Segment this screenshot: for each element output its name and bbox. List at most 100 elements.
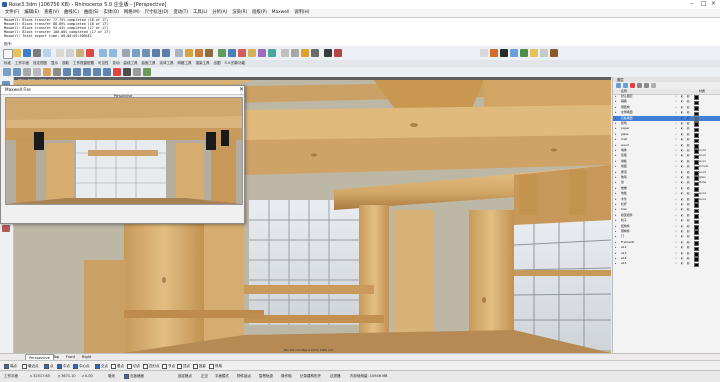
layer-color-swatch[interactable]	[694, 262, 699, 268]
filter-icon[interactable]	[651, 83, 656, 88]
maxwell-camera-icon[interactable]	[530, 49, 538, 57]
tab-select[interactable]: 选取	[62, 61, 69, 65]
mirror-icon[interactable]	[93, 68, 101, 76]
tab-solid-tools[interactable]: 实体工具	[160, 61, 174, 65]
curve-icon[interactable]	[238, 49, 246, 57]
menu-render[interactable]: 渲染(R)	[232, 10, 247, 15]
hide-icon[interactable]	[23, 68, 31, 76]
select-icon[interactable]	[3, 68, 11, 76]
maxwell-settings-icon[interactable]	[540, 49, 548, 57]
save-icon[interactable]	[23, 49, 31, 57]
rotate-view-icon[interactable]	[132, 49, 140, 57]
tab-standard[interactable]: 标准	[4, 61, 11, 65]
status-filter[interactable]: 过滤器	[330, 371, 341, 382]
status-smarttrack[interactable]: 智慧轨迹	[259, 371, 273, 382]
maxwell-material-icon[interactable]	[510, 49, 518, 57]
tab-visibility[interactable]: 可见性	[98, 61, 109, 65]
menu-analyze[interactable]: 分析(A)	[212, 10, 227, 15]
checkmark-icon[interactable]: ✓	[675, 261, 677, 266]
tab-curve-tools[interactable]: 曲线工具	[124, 61, 138, 65]
render-icon[interactable]	[311, 49, 319, 57]
select-all-icon[interactable]	[13, 68, 21, 76]
mesh-icon[interactable]	[268, 49, 276, 57]
cut-icon[interactable]	[56, 49, 64, 57]
wireframe-icon[interactable]	[185, 49, 193, 57]
pan-icon[interactable]	[122, 49, 130, 57]
paste-icon[interactable]	[76, 49, 84, 57]
maximize-icon[interactable]: □	[701, 1, 707, 7]
expand-icon[interactable]: ▸	[615, 261, 616, 266]
print-icon[interactable]	[33, 49, 41, 57]
split-icon[interactable]	[143, 68, 151, 76]
tab-render-tools[interactable]: 渲染工具	[196, 61, 210, 65]
tab-display[interactable]: 显示	[51, 61, 58, 65]
tab-new-in-v5[interactable]: 5.0 的新功能	[225, 61, 246, 65]
menu-edit[interactable]: 编辑(E)	[24, 10, 39, 15]
join-icon[interactable]	[123, 68, 131, 76]
open-folder-icon[interactable]	[13, 49, 21, 57]
maxwell-render-view[interactable]	[5, 97, 243, 205]
tab-viewport-layout[interactable]: 工作视窗配置	[73, 61, 94, 65]
group-icon[interactable]	[53, 68, 61, 76]
redo-icon[interactable]	[109, 49, 117, 57]
maxwell-environment-icon[interactable]	[520, 49, 528, 57]
menu-curve[interactable]: 曲线(C)	[64, 10, 79, 15]
lightbulb-icon[interactable]: ◐	[681, 261, 683, 266]
undo-icon[interactable]	[99, 49, 107, 57]
help-icon[interactable]	[334, 49, 342, 57]
menu-transform[interactable]: 变动(T)	[173, 10, 188, 15]
status-gumball[interactable]: 操作轴	[281, 371, 292, 382]
minimize-icon[interactable]: –	[690, 1, 693, 7]
rendered-icon[interactable]	[205, 49, 213, 57]
scale-icon[interactable]	[83, 68, 91, 76]
menu-dimension[interactable]: 尺寸标注(D)	[145, 10, 169, 15]
zoom-extents-icon[interactable]	[162, 49, 170, 57]
new-file-icon[interactable]	[3, 49, 13, 59]
status-osnap[interactable]: 物件锁点	[237, 371, 251, 382]
maxwell-studio-icon[interactable]	[480, 49, 488, 57]
menu-panels[interactable]: 面板(P)	[252, 10, 267, 15]
trim-icon[interactable]	[133, 68, 141, 76]
status-grid-snap[interactable]: 锁定格点	[178, 371, 192, 382]
rotate-icon[interactable]	[73, 68, 81, 76]
delete-icon[interactable]	[86, 49, 94, 57]
solid-icon[interactable]	[258, 49, 266, 57]
status-ortho[interactable]: 正交	[201, 371, 208, 382]
maxwell-render-icon[interactable]	[490, 49, 498, 57]
menu-solid[interactable]: 实体(O)	[104, 10, 119, 15]
menu-surface[interactable]: 曲面(S)	[84, 10, 99, 15]
menu-maxwell[interactable]: Maxwell	[272, 10, 289, 15]
viewport-icon[interactable]	[175, 49, 183, 57]
new-sublayer-icon[interactable]	[623, 83, 628, 88]
zoom-icon[interactable]	[142, 49, 150, 57]
explode-icon[interactable]	[113, 68, 121, 76]
move-icon[interactable]	[63, 68, 71, 76]
show-icon[interactable]	[33, 68, 41, 76]
copy-icon[interactable]	[66, 49, 74, 57]
new-layer-icon[interactable]	[616, 83, 621, 88]
zoom-window-icon[interactable]	[152, 49, 160, 57]
tab-transform[interactable]: 变动	[113, 61, 120, 65]
import-icon[interactable]	[43, 49, 51, 57]
menu-mesh[interactable]: 网格(M)	[124, 10, 140, 15]
move-layer-up-icon[interactable]	[637, 83, 642, 88]
tab-mesh-tools[interactable]: 网格工具	[178, 61, 192, 65]
maxwell-grass-icon[interactable]	[550, 49, 558, 57]
lock-icon[interactable]: ◧	[687, 261, 690, 266]
properties-icon[interactable]	[291, 49, 299, 57]
close-icon[interactable]: ×	[711, 1, 716, 7]
tab-drafting[interactable]: 出图	[214, 61, 221, 65]
status-layer[interactable]: 石板墙面	[130, 371, 144, 382]
light-icon[interactable]	[301, 49, 309, 57]
menu-view[interactable]: 查看(V)	[44, 10, 59, 15]
layer-row[interactable]: ▸ a15 ✓ ◐ ◧	[613, 261, 720, 268]
menu-tools[interactable]: 工具(L)	[193, 10, 207, 15]
options-icon[interactable]	[324, 49, 332, 57]
maxwell-fire-window[interactable]: Maxwell Fire × Perspective	[0, 85, 245, 224]
line-icon[interactable]	[228, 49, 236, 57]
menu-file[interactable]: 文件(F)	[5, 10, 19, 15]
delete-tool-icon[interactable]	[2, 225, 10, 232]
point-icon[interactable]	[218, 49, 226, 57]
tab-cplanes[interactable]: 工作平面	[15, 61, 29, 65]
maxwell-fire-icon[interactable]	[500, 49, 508, 57]
